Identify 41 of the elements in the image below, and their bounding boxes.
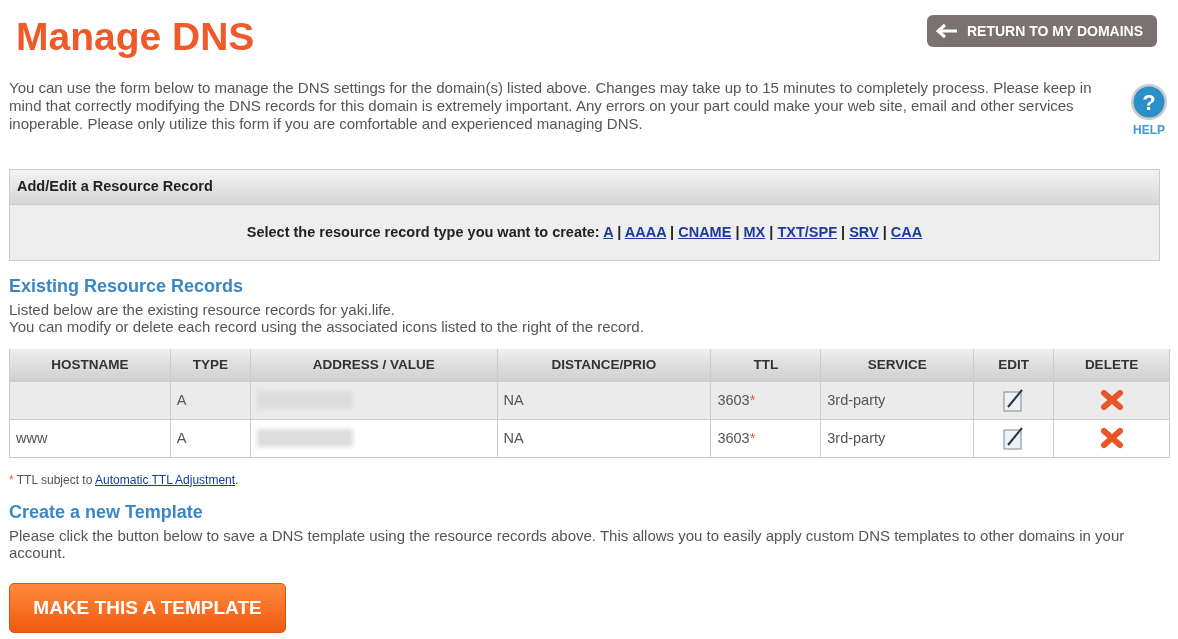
description-text: Listed below are the existing resource records for yaki.life. [9, 301, 396, 319]
column-header: ADDRESS / VALUE [250, 349, 498, 382]
table-cell: A [170, 381, 251, 420]
edit-icon[interactable] [1002, 388, 1025, 413]
delete-icon[interactable] [1098, 426, 1125, 451]
table-cell: 3rd-party [820, 419, 974, 458]
page-title: Manage DNS [16, 14, 255, 60]
column-header: TTL [710, 349, 821, 382]
description-text: You can modify or delete each record using the associated icons listed to the right of the record. [9, 318, 645, 336]
record-type-prompt: Select the resource record type you want to create: A | AAAA | CNAME | MX | TXT/SPF | SRV | CAA [246, 223, 923, 240]
record-type-link[interactable]: AAAA [624, 223, 667, 240]
template-description: Please click the button below to save a DNS template using the resource records above. This allows you to easily apply custom DNS templates to other domains in your account. [9, 526, 1126, 561]
help-icon[interactable]: ? [1130, 82, 1168, 121]
intro-text: You can use the form below to manage the DNS settings for the domain(s) listed above. Changes may take up to 15 minutes to completely process. Please keep in mind that correctly modifying the DNS records for this domain is extremely important. Any errors on your part could make your web site, email and other services inoperable. Please only utilize this form if you are comfortable and experienced managing DNS. [9, 78, 1093, 134]
record-type-link[interactable]: SRV [849, 223, 879, 240]
column-header: SERVICE [820, 349, 974, 382]
table-cell: A [170, 419, 251, 458]
record-type-link[interactable]: A [603, 223, 614, 240]
edit-icon[interactable] [1002, 426, 1025, 451]
column-header: HOSTNAME [9, 349, 171, 382]
record-type-link[interactable]: CAA [890, 223, 923, 240]
table-cell: NA [497, 419, 711, 458]
arrow-left-icon [934, 23, 959, 39]
record-type-link[interactable]: TXT/SPF [777, 223, 837, 240]
table-cell: 3603* [710, 419, 821, 458]
section-heading: Create a new Template [9, 500, 204, 523]
table-cell: NA [497, 381, 711, 420]
column-header: DISTANCE/PRIO [497, 349, 711, 382]
table-cell: www [9, 419, 171, 458]
delete-icon[interactable] [1098, 388, 1125, 413]
panel-title: Add/Edit a Resource Record [10, 169, 1159, 205]
record-type-link[interactable]: CNAME [678, 223, 732, 240]
column-header: EDIT [973, 349, 1054, 382]
section-heading: Existing Resource Records [9, 275, 245, 298]
footnote: * TTL subject to Automatic TTL Adjustment. [9, 471, 240, 489]
record-type-link[interactable]: MX [743, 223, 766, 240]
table-cell: 3603* [710, 381, 821, 420]
column-header: DELETE [1053, 349, 1170, 382]
return-button[interactable]: RETURN TO MY DOMAINS [926, 15, 1157, 47]
table-cell: 3rd-party [820, 381, 974, 420]
column-header: TYPE [170, 349, 251, 382]
